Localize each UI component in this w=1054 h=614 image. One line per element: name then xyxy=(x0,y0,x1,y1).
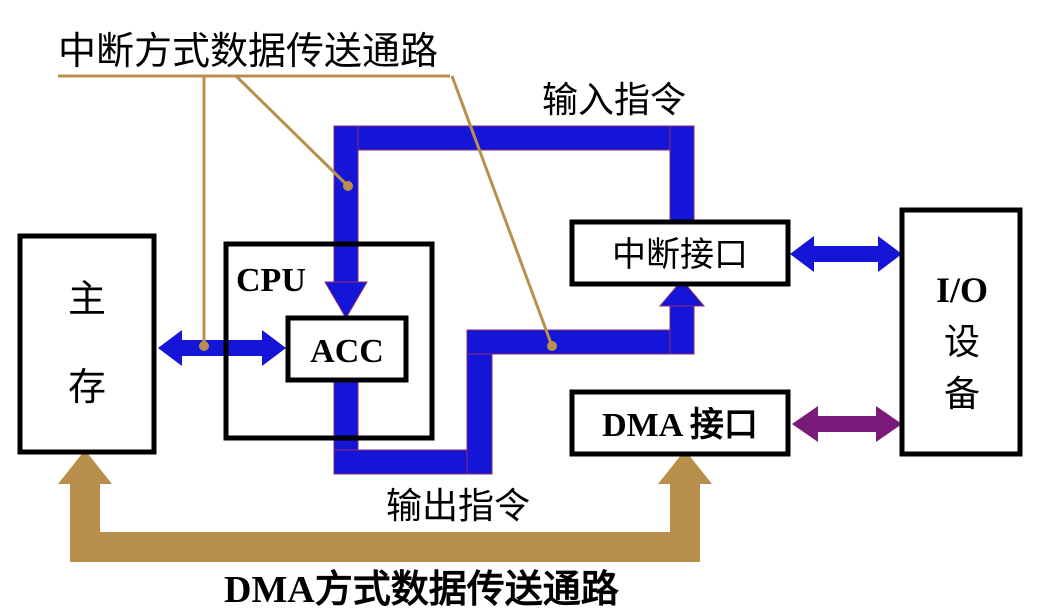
io-device-label-1: I/O xyxy=(936,270,988,310)
diagram-svg: 主 存 CPU ACC 中断接口 DMA 接口 I/O 设 备 中断方式数据传送… xyxy=(17,29,1023,611)
main-memory-box xyxy=(17,233,157,455)
input-instruction-label: 输入指令 xyxy=(542,80,686,121)
io-device-label-3: 备 xyxy=(944,374,980,415)
dma-path-label: DMA方式数据传送通路 xyxy=(224,569,620,611)
interrupt-io-arrow xyxy=(790,236,902,272)
main-memory-label-1: 主 xyxy=(68,277,106,321)
io-device-label-2: 设 xyxy=(944,322,980,363)
interrupt-path-label: 中断方式数据传送通路 xyxy=(58,29,438,73)
dma-io-arrow xyxy=(792,406,902,442)
output-instruction-label: 输出指令 xyxy=(386,486,530,527)
acc-label: ACC xyxy=(310,333,384,370)
dma-interface-label: DMA 接口 xyxy=(602,406,758,444)
memory-acc-arrow xyxy=(158,330,286,366)
interrupt-interface-label: 中断接口 xyxy=(612,235,748,275)
cpu-label: CPU xyxy=(236,262,306,299)
main-memory-label-2: 存 xyxy=(68,365,106,409)
diagram-canvas: 主 存 CPU ACC 中断接口 DMA 接口 I/O 设 备 中断方式数据传送… xyxy=(0,0,1054,614)
